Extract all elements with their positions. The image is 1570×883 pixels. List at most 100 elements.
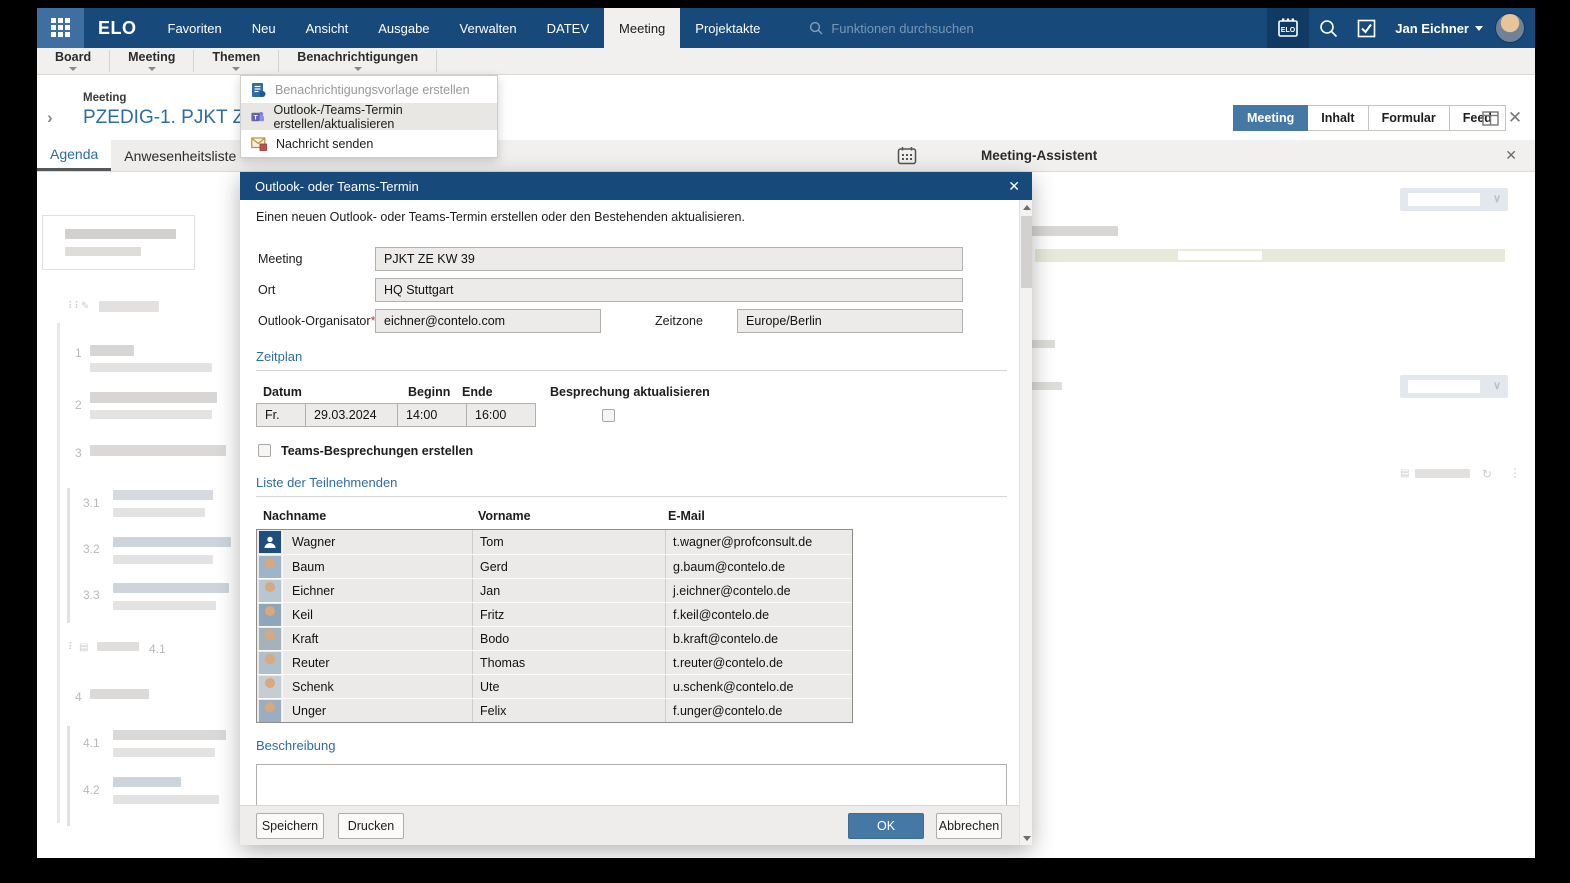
participant-photo <box>259 580 281 602</box>
ribbon-group-meeting[interactable]: Meeting <box>110 48 193 74</box>
participant-row[interactable]: Schenk Ute u.schenk@contelo.de <box>257 674 852 698</box>
dialog-subtitle: Einen neuen Outlook- oder Teams-Termin e… <box>256 210 745 224</box>
date-cell[interactable]: 29.03.2024 <box>305 403 398 427</box>
view-button-inhalt[interactable]: Inhalt <box>1308 105 1368 131</box>
nav-item-meeting[interactable]: Meeting <box>604 8 680 48</box>
nav-item-datev[interactable]: DATEV <box>532 8 604 48</box>
tab-anwesenheitsliste[interactable]: Anwesenheitsliste <box>111 140 249 171</box>
assistant-close-button[interactable]: ✕ <box>1505 147 1517 164</box>
close-view-button[interactable]: ✕ <box>1505 108 1525 128</box>
agenda-sub-line <box>67 488 70 623</box>
meeting-field-label: Meeting <box>258 247 302 271</box>
elo-calendar-icon: ELO <box>1276 17 1300 39</box>
view-button-formular[interactable]: Formular <box>1369 105 1450 131</box>
nav-item-neu[interactable]: Neu <box>237 8 291 48</box>
chevron-down-icon: ∨ <box>1493 192 1501 205</box>
collapse-panel-chevron[interactable]: › <box>47 108 53 128</box>
tasks-button[interactable] <box>1347 8 1385 48</box>
speichern-button[interactable]: Speichern <box>256 813 324 839</box>
ok-button[interactable]: OK <box>848 813 924 839</box>
menu-item-nachricht-senden[interactable]: Nachricht senden <box>241 130 497 157</box>
nav-item-ausgabe[interactable]: Ausgabe <box>363 8 444 48</box>
participant-row[interactable]: Unger Felix f.unger@contelo.de <box>257 698 852 722</box>
task-check-icon <box>1357 19 1376 38</box>
grid-icon <box>51 18 71 38</box>
ribbon-group-themen[interactable]: Themen <box>194 48 278 74</box>
chevron-down-icon: ∨ <box>1493 379 1501 392</box>
menu-item-label: Nachricht senden <box>276 137 373 151</box>
assistant-dropdown-placeholder[interactable]: ∨ <box>1400 375 1508 398</box>
dialog-close-icon[interactable]: ✕ <box>1008 178 1020 195</box>
zeitzone-field-input[interactable]: Europe/Berlin <box>737 309 963 333</box>
participant-row[interactable]: Wagner Tom t.wagner@profconsult.de <box>257 530 852 554</box>
person-generic-icon <box>259 531 281 553</box>
assistant-dropdown-placeholder[interactable]: ∨ <box>1400 188 1508 211</box>
view-switcher: Meeting Inhalt Formular Feed <box>1233 105 1506 131</box>
dialog-scrollbar[interactable] <box>1019 200 1032 845</box>
app-grid-button[interactable] <box>37 8 84 48</box>
scrollbar-thumb[interactable] <box>1021 216 1032 288</box>
start-time-cell[interactable]: 14:00 <box>397 403 467 427</box>
teilnehmende-section-heading: Liste der Teilnehmenden <box>256 475 1007 497</box>
elo-tray-button[interactable]: ELO <box>1267 8 1309 48</box>
end-time-cell[interactable]: 16:00 <box>466 403 536 427</box>
participant-row[interactable]: Eichner Jan j.eichner@contelo.de <box>257 578 852 602</box>
participant-photo <box>259 652 281 674</box>
teams-besprechungen-checkbox[interactable] <box>258 444 271 457</box>
col-vorname: Vorname <box>478 509 531 523</box>
participant-row[interactable]: Reuter Thomas t.reuter@contelo.de <box>257 650 852 674</box>
assistant-skeleton-bar <box>1030 340 1055 348</box>
nav-item-projektakte[interactable]: Projektakte <box>680 8 775 48</box>
menu-item-label: Outlook-/Teams-Termin erstellen/aktualis… <box>273 103 487 131</box>
assistant-selected-row <box>1035 249 1505 262</box>
chevron-down-icon <box>69 67 77 71</box>
nav-item-ansicht[interactable]: Ansicht <box>291 8 364 48</box>
ort-field-label: Ort <box>258 278 275 302</box>
scroll-down-arrow[interactable] <box>1020 831 1033 845</box>
user-avatar[interactable] <box>1495 13 1525 43</box>
user-menu[interactable]: Jan Eichner <box>1385 21 1491 36</box>
layout-toggle-button[interactable] <box>1480 108 1500 128</box>
menu-item-benachrichtigungsvorlage[interactable]: Benachrichtigungsvorlage erstellen <box>241 76 497 103</box>
nav-item-favoriten[interactable]: Favoriten <box>153 8 237 48</box>
abbrechen-button[interactable]: Abbrechen <box>936 813 1002 839</box>
tab-strip: Agenda Anwesenheitsliste <box>37 140 237 172</box>
participant-row[interactable]: Baum Gerd g.baum@contelo.de <box>257 554 852 578</box>
dialog-title: Outlook- oder Teams-Termin <box>255 179 419 194</box>
col-nachname: Nachname <box>263 509 326 523</box>
ribbon-group-benachrichtigungen[interactable]: Benachrichtigungen <box>279 48 436 74</box>
participant-photo <box>259 628 281 650</box>
benachrichtigungen-dropdown-menu: Benachrichtigungsvorlage erstellen T Out… <box>240 75 498 158</box>
day-cell[interactable]: Fr. <box>256 403 306 427</box>
function-search-input[interactable]: Funktionen durchsuchen <box>809 8 973 48</box>
nav-item-verwalten[interactable]: Verwalten <box>445 8 532 48</box>
top-navigation-bar: ELO Favoriten Neu Ansicht Ausgabe Verwal… <box>37 8 1535 48</box>
ort-field-input[interactable]: HQ Stuttgart <box>375 278 963 302</box>
besprechung-aktualisieren-checkbox[interactable] <box>602 409 615 422</box>
beschreibung-textarea[interactable] <box>256 764 1007 808</box>
chevron-down-icon <box>354 67 362 71</box>
zeitplan-section-heading: Zeitplan <box>256 349 1007 371</box>
tab-agenda[interactable]: Agenda <box>37 140 111 171</box>
dialog-titlebar[interactable]: Outlook- oder Teams-Termin ✕ <box>240 172 1032 200</box>
participant-row[interactable]: Keil Fritz f.keil@contelo.de <box>257 602 852 626</box>
col-besprechung-aktualisieren: Besprechung aktualisieren <box>550 385 710 399</box>
participant-photo <box>259 556 281 578</box>
organisator-field-input[interactable]: eichner@contelo.com <box>375 309 601 333</box>
participant-row[interactable]: Kraft Bodo b.kraft@contelo.de <box>257 626 852 650</box>
agenda-skeleton-card <box>42 215 195 270</box>
ribbon-group-board[interactable]: Board <box>37 48 109 74</box>
meeting-field-input[interactable]: PJKT ZE KW 39 <box>375 247 963 271</box>
scroll-up-arrow[interactable] <box>1020 200 1033 214</box>
ribbon-group-label: Themen <box>212 51 260 64</box>
drucken-button[interactable]: Drucken <box>338 813 404 839</box>
elo-app-window: ELO Favoriten Neu Ansicht Ausgabe Verwal… <box>37 8 1535 858</box>
zeitzone-field-label: Zeitzone <box>655 309 703 333</box>
outlook-teams-dialog: Outlook- oder Teams-Termin ✕ Einen neuen… <box>240 172 1032 845</box>
ribbon-bar: Board Meeting Themen Benachrichtigungen <box>37 48 1535 75</box>
nav-right-cluster: ELO Jan Eichner <box>1267 8 1535 48</box>
menu-item-outlook-teams-termin[interactable]: T Outlook-/Teams-Termin erstellen/aktual… <box>241 103 497 130</box>
agenda-outline-line <box>57 323 60 823</box>
global-search-button[interactable] <box>1309 8 1347 48</box>
view-button-meeting[interactable]: Meeting <box>1233 105 1308 131</box>
